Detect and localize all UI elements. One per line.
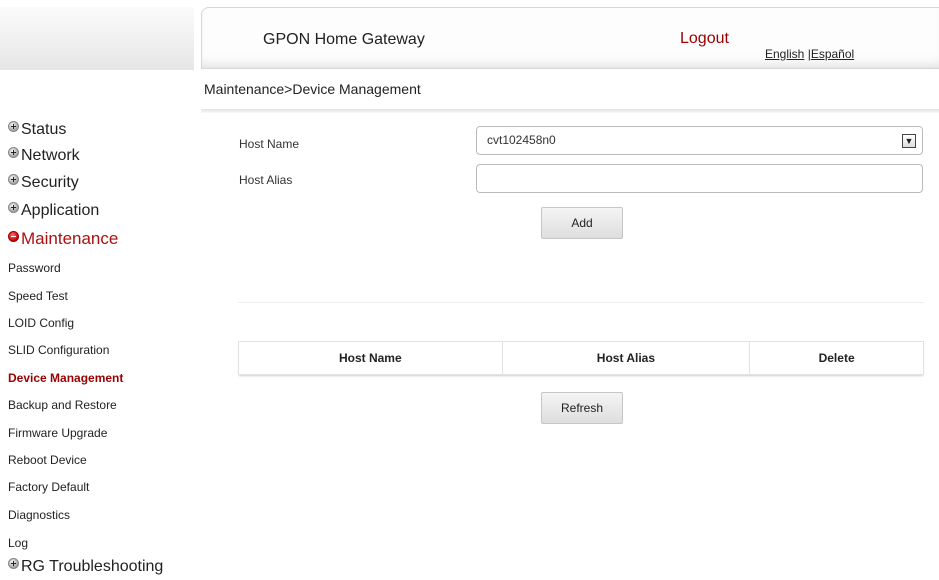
host-alias-label: Host Alias bbox=[239, 173, 293, 187]
host-name-label: Host Name bbox=[239, 137, 300, 151]
sidebar-subitem-log[interactable]: Log bbox=[8, 536, 28, 550]
column-header-host-alias: Host Alias bbox=[501, 341, 751, 375]
refresh-button[interactable]: Refresh bbox=[541, 392, 623, 424]
divider bbox=[238, 302, 924, 303]
sidebar-item-status[interactable]: Status bbox=[8, 121, 66, 139]
app-title: GPON Home Gateway bbox=[263, 31, 425, 48]
lang-english-link[interactable]: English bbox=[765, 47, 804, 61]
sidebar-item-security[interactable]: Security bbox=[8, 174, 79, 192]
sidebar-subitem-diagnostics[interactable]: Diagnostics bbox=[8, 508, 70, 522]
sidebar-subitem-loid-config[interactable]: LOID Config bbox=[8, 316, 74, 330]
sidebar-subitem-reboot-device[interactable]: Reboot Device bbox=[8, 453, 87, 467]
plus-circle-icon bbox=[8, 558, 19, 569]
chevron-down-icon[interactable]: ▼ bbox=[902, 134, 916, 148]
breadcrumb: Maintenance>Device Management bbox=[204, 81, 421, 97]
host-name-selected-value: cvt102458n0 bbox=[487, 133, 556, 147]
language-switcher: English |Español bbox=[765, 47, 854, 61]
table-header-row: Host Name Host Alias Delete bbox=[238, 341, 924, 375]
column-header-delete: Delete bbox=[749, 341, 924, 375]
sidebar-item-label: Status bbox=[21, 121, 67, 138]
minus-circle-icon bbox=[8, 231, 19, 242]
sidebar-item-rg-troubleshooting[interactable]: RG Troubleshooting bbox=[8, 558, 163, 576]
sidebar-item-label: RG Troubleshooting bbox=[21, 558, 164, 575]
sidebar-subitem-device-management[interactable]: Device Management bbox=[8, 371, 123, 385]
host-alias-input[interactable] bbox=[476, 164, 923, 193]
add-button[interactable]: Add bbox=[541, 207, 623, 239]
sidebar-item-label: Security bbox=[21, 174, 79, 191]
host-name-select[interactable]: cvt102458n0 ▼ bbox=[476, 126, 923, 155]
lang-spanish-link[interactable]: Español bbox=[811, 47, 854, 61]
sidebar-item-label: Application bbox=[21, 202, 100, 219]
sidebar-item-label: Maintenance bbox=[21, 229, 119, 248]
sidebar-subitem-speed-test[interactable]: Speed Test bbox=[8, 289, 68, 303]
logo-area bbox=[0, 7, 194, 70]
column-header-host-name: Host Name bbox=[238, 341, 503, 375]
sidebar-item-application[interactable]: Application bbox=[8, 202, 99, 220]
sidebar-subitem-firmware-upgrade[interactable]: Firmware Upgrade bbox=[8, 426, 107, 440]
divider bbox=[201, 109, 939, 113]
plus-circle-icon bbox=[8, 147, 19, 158]
header-bar: GPON Home Gateway Logout English |Españo… bbox=[201, 7, 939, 69]
plus-circle-icon bbox=[8, 174, 19, 185]
plus-circle-icon bbox=[8, 121, 19, 132]
sidebar-subitem-backup-restore[interactable]: Backup and Restore bbox=[8, 398, 117, 412]
sidebar-item-label: Network bbox=[21, 147, 80, 164]
logout-link[interactable]: Logout bbox=[680, 30, 729, 48]
sidebar-subitem-slid-configuration[interactable]: SLID Configuration bbox=[8, 343, 109, 357]
sidebar-subitem-factory-default[interactable]: Factory Default bbox=[8, 480, 89, 494]
host-table: Host Name Host Alias Delete bbox=[238, 341, 924, 375]
sidebar-item-network[interactable]: Network bbox=[8, 147, 80, 165]
plus-circle-icon bbox=[8, 202, 19, 213]
sidebar-item-maintenance[interactable]: Maintenance bbox=[8, 229, 118, 249]
sidebar-subitem-password[interactable]: Password bbox=[8, 261, 61, 275]
